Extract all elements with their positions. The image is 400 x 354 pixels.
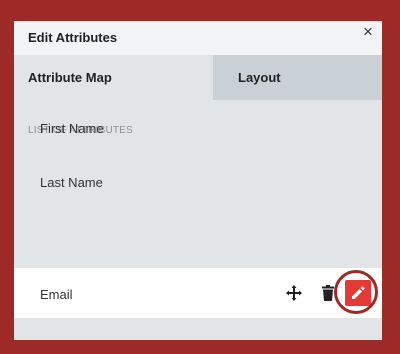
dialog-header: Edit Attributes × (14, 21, 382, 55)
edit-attributes-dialog: Edit Attributes × Attribute Map Layout L… (14, 21, 382, 340)
tab-attribute-map[interactable]: Attribute Map (14, 55, 213, 100)
trash-icon[interactable] (321, 285, 335, 301)
edit-button[interactable] (345, 280, 371, 306)
attribute-row-email[interactable]: Email (14, 268, 382, 318)
tab-layout[interactable]: Layout (213, 55, 382, 100)
edit-icon (352, 286, 365, 299)
dialog-title: Edit Attributes (28, 30, 118, 45)
move-icon[interactable] (285, 284, 303, 302)
attribute-label: Email (40, 287, 73, 302)
tab-bar: Attribute Map Layout (14, 55, 382, 100)
dialog-footer-strip (14, 318, 382, 340)
attribute-label: Last Name (40, 175, 103, 190)
close-icon[interactable]: × (358, 22, 378, 42)
attribute-label: First Name (40, 121, 104, 136)
